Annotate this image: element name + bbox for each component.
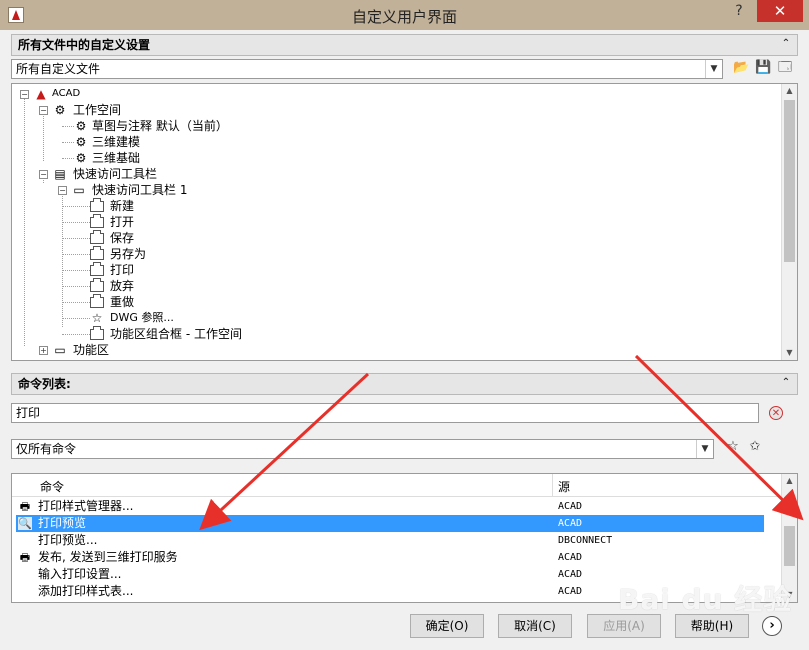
autocad-icon: ▲ xyxy=(36,87,46,101)
window-title: 自定义用户界面 xyxy=(351,8,457,26)
tree-label-acad: ACAD xyxy=(52,88,81,99)
customization-file-select[interactable]: 所有自定义文件 ▼ xyxy=(11,59,723,79)
new-command-icon[interactable]: ✩ xyxy=(747,439,763,455)
table-row[interactable]: 打印预览... DBCONNECT xyxy=(16,532,764,549)
row-source: ACAD xyxy=(558,518,583,529)
clear-search-icon[interactable]: ✕ xyxy=(769,406,783,420)
collapse-node-icon[interactable]: − xyxy=(20,90,29,99)
command-icon xyxy=(90,246,104,260)
scroll-down-icon[interactable]: ▼ xyxy=(782,346,797,360)
find-command-icon[interactable]: ☆ xyxy=(725,439,741,455)
tree-label-cmd: 放弃 xyxy=(110,279,135,293)
dialog-body: 所有文件中的自定义设置 ⌃ 所有自定义文件 ▼ 📂 💾 🗔 − ▲ ACAD −… xyxy=(7,30,802,643)
command-list-header[interactable]: 命令列表: ⌃ xyxy=(11,373,798,395)
ribbon-icon: ▭ xyxy=(54,343,66,357)
collapse-node-icon[interactable]: − xyxy=(39,170,48,179)
expand-panel-icon[interactable]: › xyxy=(762,616,782,636)
toolbar-icon: ▭ xyxy=(73,183,85,197)
scroll-up-icon[interactable]: ▲ xyxy=(782,474,797,488)
row-source: ACAD xyxy=(558,586,583,597)
tree-scroll-thumb[interactable] xyxy=(784,100,795,262)
table-row[interactable]: 🖶 打印样式管理器... ACAD xyxy=(16,498,764,515)
customizations-header-label: 所有文件中的自定义设置 xyxy=(18,38,151,52)
tree-label-cmd: 新建 xyxy=(110,199,135,213)
row-source: ACAD xyxy=(558,552,583,563)
command-list-header-row: 命令 源 xyxy=(12,474,797,497)
customizations-tree[interactable]: − ▲ ACAD − ⚙ 工作空间 ⚙ 草图与注释 默认（当前） ⚙ 三维建模 … xyxy=(11,83,798,361)
collapse-icon[interactable]: ⌃ xyxy=(779,376,793,390)
cancel-button[interactable]: 取消(C) xyxy=(498,614,572,638)
row-command: 发布, 发送到三维打印服务 xyxy=(38,550,178,564)
tree-label-ws-3d-modeling: 三维建模 xyxy=(92,135,141,149)
tree-label-cmd: 重做 xyxy=(110,295,135,309)
tree-label-cmd: 保存 xyxy=(110,231,135,245)
tree-label-ws-3d-basics: 三维基础 xyxy=(92,151,141,165)
tree-scrollbar[interactable]: ▲ ▼ xyxy=(781,84,797,360)
column-source[interactable]: 源 xyxy=(558,478,570,495)
row-source: DBCONNECT xyxy=(558,535,613,546)
chevron-down-icon[interactable]: ▼ xyxy=(705,60,722,78)
chevron-down-icon[interactable]: ▼ xyxy=(696,440,713,458)
row-command: 打印预览 xyxy=(38,516,87,530)
row-command: 添加打印样式表... xyxy=(38,584,134,598)
open-file-icon[interactable]: 📂 xyxy=(733,60,749,76)
customizations-header[interactable]: 所有文件中的自定义设置 ⌃ xyxy=(11,34,798,56)
command-list-scroll-thumb[interactable] xyxy=(784,526,795,566)
gear-icon: ⚙ xyxy=(75,151,87,165)
plot-preview-icon: 🔍 xyxy=(18,517,32,530)
command-search-value: 打印 xyxy=(16,406,41,420)
command-filter-value: 仅所有命令 xyxy=(16,442,77,456)
row-source: ACAD xyxy=(558,569,583,580)
tree-label-ribbon: 功能区 xyxy=(73,343,110,357)
watermark: Bai du 经验 xyxy=(618,583,793,616)
tree-label-ws-drafting: 草图与注释 默认（当前） xyxy=(92,119,228,133)
gear-icon: ⚙ xyxy=(75,135,87,149)
command-icon xyxy=(90,262,104,276)
expand-node-icon[interactable]: + xyxy=(39,346,48,355)
tree-label-cmd: 打开 xyxy=(110,215,135,229)
customization-file-select-value: 所有自定义文件 xyxy=(16,62,101,76)
collapse-node-icon[interactable]: − xyxy=(39,106,48,115)
command-filter-select[interactable]: 仅所有命令 ▼ xyxy=(11,439,714,459)
row-command: 输入打印设置... xyxy=(38,567,122,581)
save-icon[interactable]: 💾 xyxy=(755,60,771,76)
command-list-header-label: 命令列表: xyxy=(18,377,71,391)
3d-print-icon: 🖶 xyxy=(19,551,31,564)
column-command[interactable]: 命令 xyxy=(40,478,64,495)
command-icon xyxy=(90,214,104,228)
tree-label-cmd: DWG 参照... xyxy=(110,311,174,324)
command-icon xyxy=(90,198,104,212)
table-row-selected[interactable]: 🔍 打印预览 ACAD xyxy=(16,515,764,532)
tree-label-workspaces: 工作空间 xyxy=(73,103,122,117)
tree-label-qat-group: 快速访问工具栏 xyxy=(73,167,158,181)
command-icon xyxy=(90,278,104,292)
tree-label-qat-1: 快速访问工具栏 1 xyxy=(92,183,188,197)
collapse-node-icon[interactable]: − xyxy=(58,186,67,195)
collapse-icon[interactable]: ⌃ xyxy=(779,37,793,51)
help-icon[interactable]: ? xyxy=(725,0,753,22)
star-icon: ☆ xyxy=(91,311,103,325)
tree-label-cmd: 打印 xyxy=(110,263,135,277)
tree-label-cmd: 另存为 xyxy=(110,247,147,261)
command-icon xyxy=(90,326,104,340)
title-bar: 自定义用户界面 ? ✕ xyxy=(0,0,809,30)
command-search-input[interactable]: 打印 xyxy=(11,403,759,423)
scroll-up-icon[interactable]: ▲ xyxy=(782,84,797,98)
tree-label-cmd: 功能区组合框 - 工作空间 xyxy=(110,327,242,341)
table-row[interactable]: 🖶 发布, 发送到三维打印服务 ACAD xyxy=(16,549,764,566)
ok-button[interactable]: 确定(O) xyxy=(410,614,484,638)
command-icon xyxy=(90,230,104,244)
row-command: 打印样式管理器... xyxy=(38,499,134,513)
command-icon xyxy=(90,294,104,308)
gear-icon: ⚙ xyxy=(75,119,87,133)
close-button[interactable]: ✕ xyxy=(757,0,803,22)
workspaces-gear-icon: ⚙ xyxy=(54,103,66,117)
plot-style-manager-icon: 🖶 xyxy=(19,500,31,513)
row-source: ACAD xyxy=(558,501,583,512)
row-command: 打印预览... xyxy=(38,533,98,547)
toolbar-icon: ▤ xyxy=(54,167,66,181)
save-as-icon[interactable]: 🗔 xyxy=(777,60,793,76)
